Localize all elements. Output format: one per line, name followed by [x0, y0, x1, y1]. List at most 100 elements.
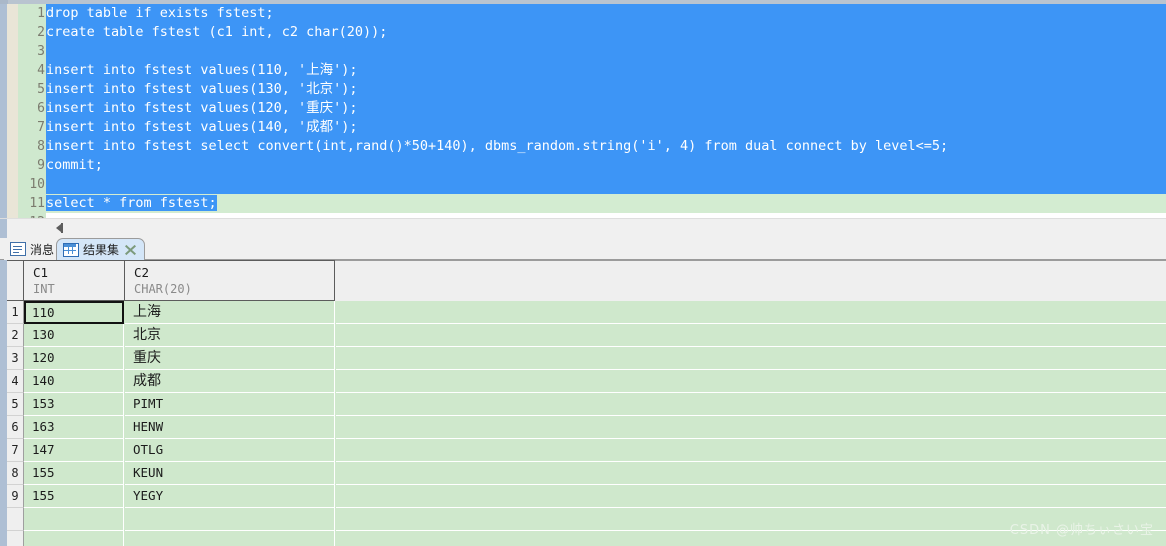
- cell-c1[interactable]: 147: [24, 439, 124, 462]
- grid-header-row: C1 INT C2 CHAR(20): [7, 260, 335, 301]
- grid-select-all-corner[interactable]: [7, 261, 24, 300]
- cell-c2[interactable]: 成都: [125, 370, 335, 393]
- editor-code-line[interactable]: drop table if exists fstest;: [46, 4, 1166, 23]
- table-row[interactable]: 1 110 上海: [7, 301, 1166, 324]
- sql-editor[interactable]: 1 drop table if exists fstest; 2 create tab…: [0, 4, 1166, 218]
- editor-line-number: 5: [37, 82, 45, 97]
- table-row[interactable]: 5 153 PIMT: [7, 393, 1166, 416]
- row-number[interactable]: 7: [7, 439, 24, 462]
- row-number[interactable]: 6: [7, 416, 24, 439]
- cell-filler: [336, 416, 1166, 439]
- row-number[interactable]: [7, 531, 24, 546]
- table-row[interactable]: [7, 508, 1166, 531]
- editor-code-line[interactable]: insert into fstest values(110, '上海');: [46, 61, 1166, 80]
- result-grid[interactable]: C1 INT C2 CHAR(20) 1 110 上海 2 130 北京 3 120 重庆 4 14…: [0, 260, 1166, 546]
- grid-header-c1-name: C1: [33, 265, 49, 280]
- cell-filler: [336, 462, 1166, 485]
- editor-selected-text: select * from fstest;: [46, 195, 217, 211]
- cell-c2[interactable]: KEUN: [125, 462, 335, 485]
- grid-left-rail: [0, 260, 7, 546]
- tab-resultset-label: 结果集: [83, 243, 120, 257]
- cell-c1[interactable]: 153: [24, 393, 124, 416]
- row-number[interactable]: [7, 508, 24, 531]
- editor-code-line[interactable]: create table fstest (c1 int, c2 char(20)…: [46, 23, 1166, 42]
- editor-line-number: 10: [29, 177, 45, 192]
- cell-c2[interactable]: PIMT: [125, 393, 335, 416]
- grid-header-filler: [335, 260, 1166, 301]
- editor-code-line[interactable]: commit;: [46, 156, 1166, 175]
- cell-filler: [336, 301, 1166, 324]
- grid-header-c1-type: INT: [33, 282, 55, 296]
- cell-c2[interactable]: [125, 531, 335, 546]
- tab-messages-label: 消息: [30, 242, 55, 257]
- grid-inner: C1 INT C2 CHAR(20) 1 110 上海 2 130 北京 3 120 重庆 4 14…: [7, 260, 1166, 546]
- cell-c2[interactable]: 北京: [125, 324, 335, 347]
- row-number[interactable]: 1: [7, 301, 24, 324]
- cell-c1[interactable]: 155: [24, 462, 124, 485]
- cell-c1[interactable]: [24, 508, 124, 531]
- cell-filler: [336, 485, 1166, 508]
- editor-line-number: 1: [37, 6, 45, 21]
- editor-code-line[interactable]: insert into fstest values(130, '北京');: [46, 80, 1166, 99]
- tab-resultset[interactable]: 结果集: [56, 238, 146, 260]
- cell-c1[interactable]: [24, 531, 124, 546]
- cell-c1[interactable]: 163: [24, 416, 124, 439]
- watermark: CSDN @帅ちぃさい宝: [1009, 523, 1154, 538]
- scrollbar-left-cap: [0, 219, 7, 239]
- table-row[interactable]: 6 163 HENW: [7, 416, 1166, 439]
- row-number[interactable]: 4: [7, 370, 24, 393]
- row-number[interactable]: 5: [7, 393, 24, 416]
- editor-code-line[interactable]: [46, 175, 1166, 194]
- cell-c2[interactable]: [125, 508, 335, 531]
- editor-marker-bar[interactable]: [7, 4, 18, 218]
- editor-code-line[interactable]: select * from fstest;: [46, 194, 1166, 213]
- editor-line-number: 6: [37, 101, 45, 116]
- cell-c2[interactable]: YEGY: [125, 485, 335, 508]
- editor-code-line[interactable]: insert into fstest values(140, '成都');: [46, 118, 1166, 137]
- editor-horizontal-scrollbar[interactable]: [0, 218, 1166, 239]
- row-number[interactable]: 8: [7, 462, 24, 485]
- grid-header-c1[interactable]: C1 INT: [24, 261, 124, 300]
- cell-c1[interactable]: 130: [24, 324, 124, 347]
- grid-header-c2[interactable]: C2 CHAR(20): [125, 261, 335, 300]
- editor-code-line[interactable]: insert into fstest values(120, '重庆');: [46, 99, 1166, 118]
- message-icon: [10, 242, 26, 256]
- scroll-left-arrow-icon[interactable]: [55, 223, 65, 234]
- cell-c1[interactable]: 155: [24, 485, 124, 508]
- editor-line-number: 4: [37, 63, 45, 78]
- sql-client-window: 1 drop table if exists fstest; 2 create tab…: [0, 0, 1166, 546]
- editor-line-number: 3: [37, 44, 45, 59]
- editor-line-number: 8: [37, 139, 45, 154]
- table-row[interactable]: 8 155 KEUN: [7, 462, 1166, 485]
- table-row[interactable]: 4 140 成都: [7, 370, 1166, 393]
- cell-c2[interactable]: 上海: [125, 301, 335, 324]
- cell-c2[interactable]: OTLG: [125, 439, 335, 462]
- row-number[interactable]: 2: [7, 324, 24, 347]
- cell-filler: [336, 393, 1166, 416]
- editor-code-line[interactable]: insert into fstest select convert(int,ra…: [46, 137, 1166, 156]
- row-number[interactable]: 3: [7, 347, 24, 370]
- cell-c2[interactable]: HENW: [125, 416, 335, 439]
- table-row[interactable]: 3 120 重庆: [7, 347, 1166, 370]
- cell-c1[interactable]: 140: [24, 370, 124, 393]
- close-icon[interactable]: [125, 244, 137, 256]
- table-row[interactable]: [7, 531, 1166, 546]
- editor-line-number: 2: [37, 25, 45, 40]
- table-row[interactable]: 2 130 北京: [7, 324, 1166, 347]
- grid-icon: [63, 242, 79, 257]
- editor-code-line[interactable]: [46, 42, 1166, 61]
- editor-line-number: 11: [29, 196, 45, 211]
- grid-header-c2-type: CHAR(20): [134, 282, 192, 296]
- cell-c1[interactable]: 110: [24, 301, 124, 324]
- table-row[interactable]: 7 147 OTLG: [7, 439, 1166, 462]
- cell-c1[interactable]: 120: [24, 347, 124, 370]
- cell-filler: [336, 439, 1166, 462]
- results-tab-strip: 消息 结果集: [0, 238, 1166, 260]
- editor-left-rail: [0, 4, 7, 218]
- grid-header-c2-name: C2: [134, 265, 150, 280]
- table-row[interactable]: 9 155 YEGY: [7, 485, 1166, 508]
- cell-filler: [336, 347, 1166, 370]
- cell-c2[interactable]: 重庆: [125, 347, 335, 370]
- tab-messages[interactable]: 消息: [4, 238, 63, 260]
- row-number[interactable]: 9: [7, 485, 24, 508]
